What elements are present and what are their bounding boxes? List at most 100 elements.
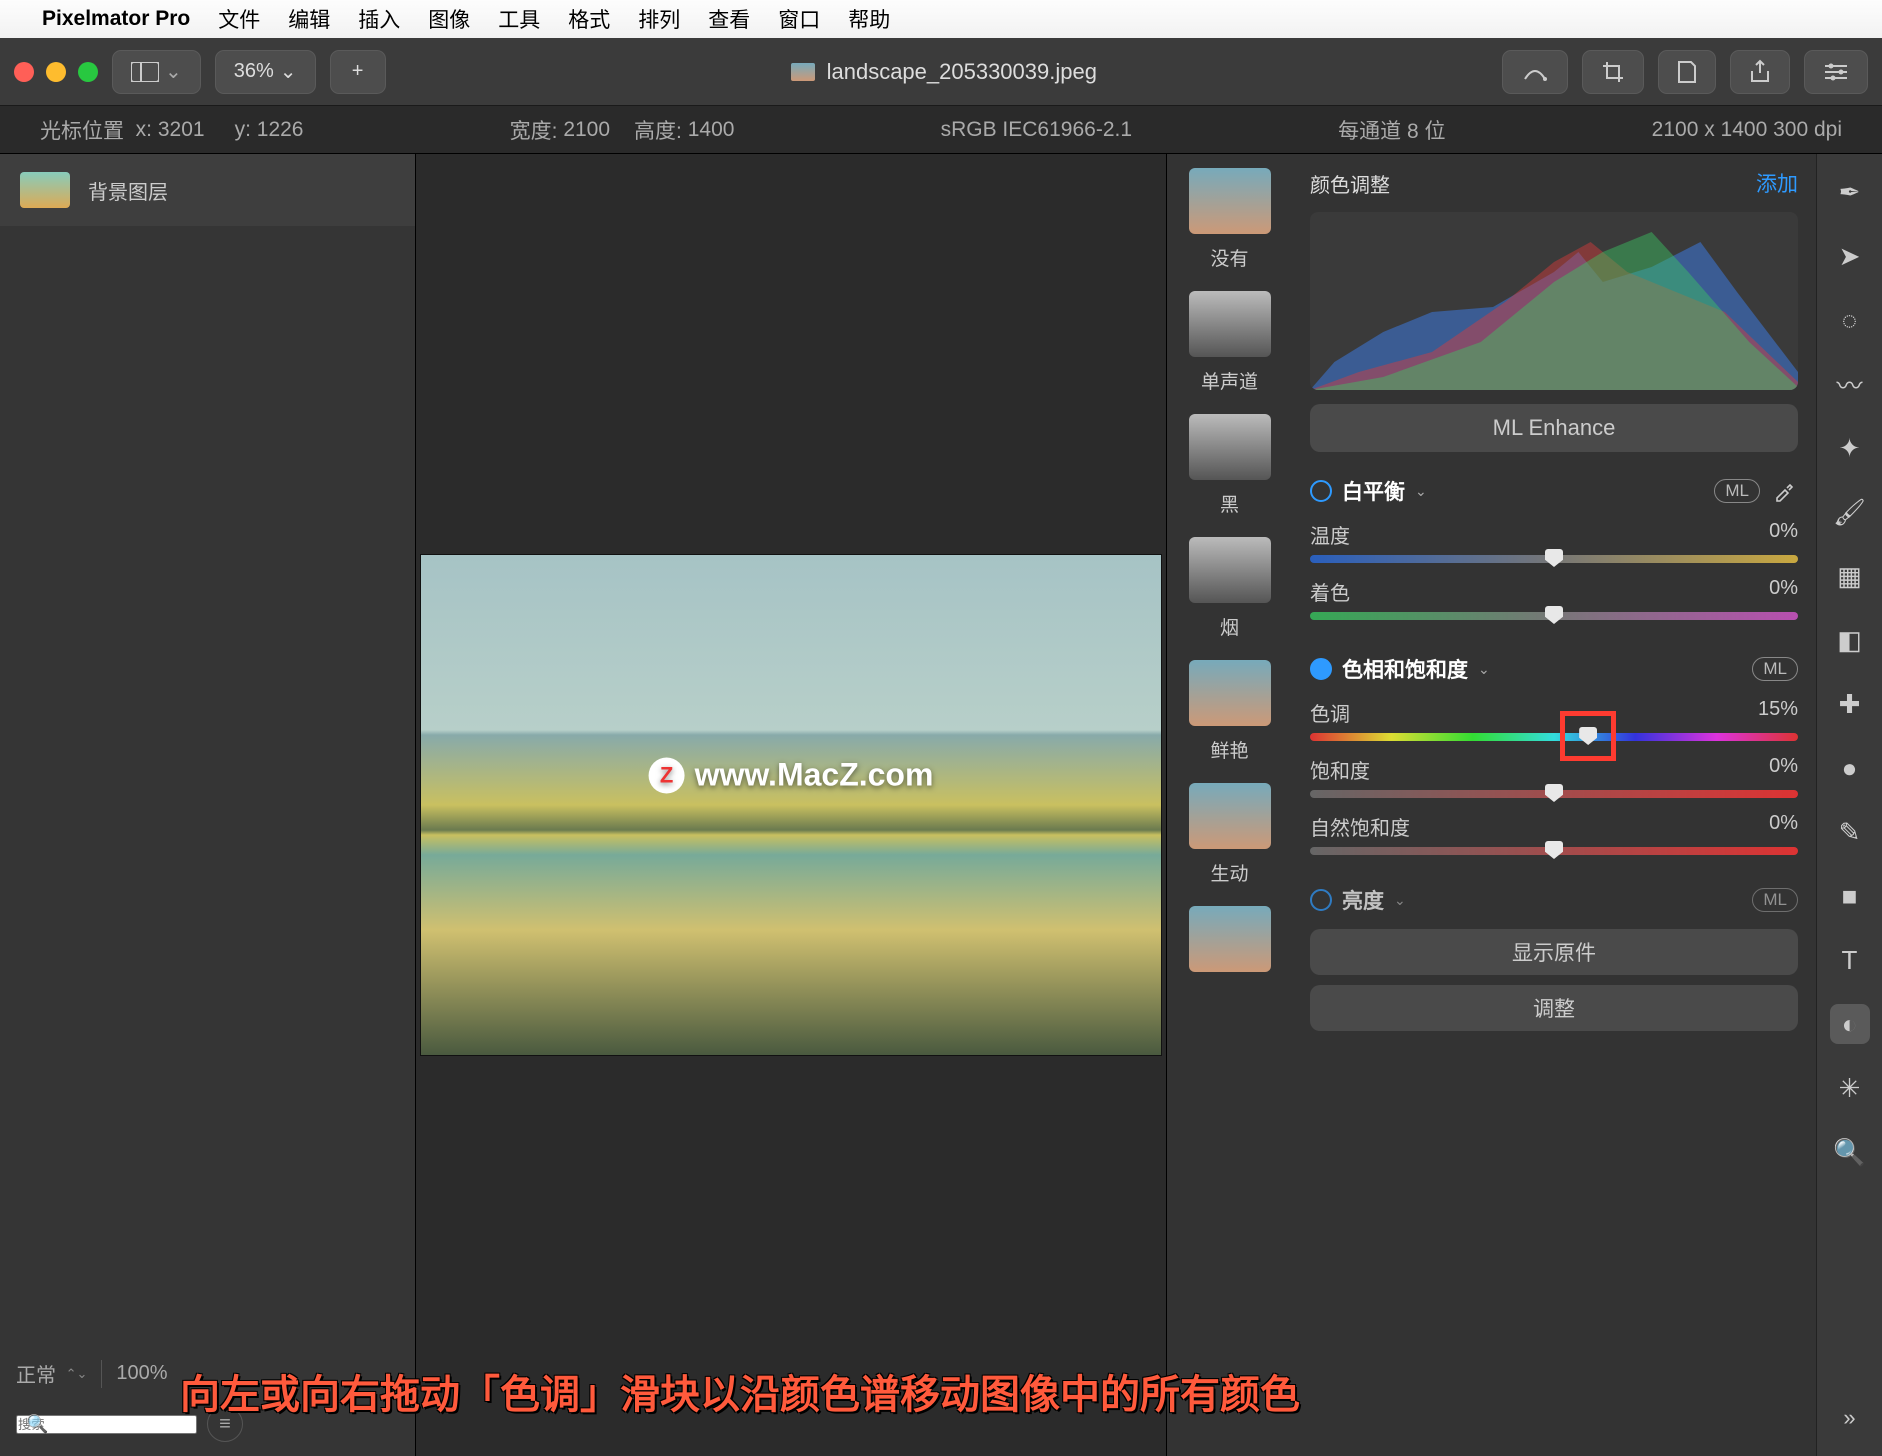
menu-help[interactable]: 帮助 <box>848 4 890 34</box>
saturation-slider[interactable] <box>1310 790 1798 798</box>
marquee-tool-icon[interactable]: ◌ <box>1830 300 1870 340</box>
add-adjustment-button[interactable]: 添加 <box>1756 168 1798 198</box>
slider-thumb[interactable] <box>1579 727 1597 745</box>
heal-tool-icon[interactable]: ✚ <box>1830 684 1870 724</box>
pen-tool-icon[interactable]: ✎ <box>1830 812 1870 852</box>
color-pick-tool-button[interactable] <box>1502 50 1568 94</box>
slider-thumb[interactable] <box>1545 606 1563 624</box>
menu-format[interactable]: 格式 <box>568 4 610 34</box>
layer-item-background[interactable]: 背景图层 <box>0 154 415 226</box>
brightness-toggle-icon[interactable] <box>1310 889 1332 911</box>
preset-none[interactable] <box>1189 168 1271 234</box>
preset-smoke[interactable] <box>1189 537 1271 603</box>
canvas[interactable]: Z www.MacZ.com <box>416 154 1166 1456</box>
show-original-label: 显示原件 <box>1512 937 1596 967</box>
tint-slider[interactable] <box>1310 612 1798 620</box>
preset-black-label: 黑 <box>1220 490 1239 517</box>
cursor-y: 1226 <box>257 118 304 142</box>
status-bar: 光标位置 x: 3201 y: 1226 宽度: 2100 高度: 1400 s… <box>0 106 1882 154</box>
sidebar-toggle-button[interactable]: ⌄ <box>112 50 201 94</box>
wb-ml-button[interactable]: ML <box>1714 479 1760 503</box>
slider-thumb[interactable] <box>1545 784 1563 802</box>
watermark: Z www.MacZ.com <box>649 757 934 794</box>
hs-ml-button[interactable]: ML <box>1752 657 1798 681</box>
hs-name: 色相和饱和度 <box>1342 654 1468 684</box>
add-button[interactable]: + <box>330 50 386 94</box>
height-label: 高度: <box>634 115 682 145</box>
preset-vibrant[interactable] <box>1189 783 1271 849</box>
wb-name: 白平衡 <box>1342 476 1405 506</box>
histogram <box>1310 212 1798 390</box>
menu-tools[interactable]: 工具 <box>498 4 540 34</box>
slider-thumb[interactable] <box>1545 841 1563 859</box>
menu-file[interactable]: 文件 <box>218 4 260 34</box>
hs-toggle-icon[interactable] <box>1310 658 1332 680</box>
dimensions-dpi: 2100 x 1400 300 dpi <box>1652 118 1842 142</box>
menu-insert[interactable]: 插入 <box>358 4 400 34</box>
text-tool-icon[interactable]: T <box>1830 940 1870 980</box>
inspector-panel: 没有 单声道 黑 烟 鲜艳 生动 颜色调整 添加 <box>1166 154 1816 1456</box>
slider-thumb[interactable] <box>1545 549 1563 567</box>
zoom-tool-icon[interactable]: 🔍 <box>1830 1132 1870 1172</box>
arrow-tool-icon[interactable]: ➤ <box>1830 236 1870 276</box>
menu-arrange[interactable]: 排列 <box>638 4 680 34</box>
toolbar: ⌄ 36%⌄ + landscape_205330039.jpeg <box>0 38 1882 106</box>
brush-tool-icon[interactable]: 🖌 <box>1830 492 1870 532</box>
hue-saturation-section[interactable]: 色相和饱和度 ⌄ ML <box>1310 654 1798 684</box>
settings-sliders-button[interactable] <box>1804 50 1868 94</box>
color-adjust-tool-icon[interactable]: ◐ <box>1830 1004 1870 1044</box>
crop-tool-button[interactable] <box>1582 50 1644 94</box>
blend-mode-select[interactable]: 正常 ⌃⌄ <box>16 1359 87 1388</box>
lasso-tool-icon[interactable]: 〰 <box>1830 364 1870 404</box>
colorspace: sRGB IEC61966-2.1 <box>941 118 1132 142</box>
vibrance-slider[interactable] <box>1310 847 1798 855</box>
brightness-ml-button[interactable]: ML <box>1752 888 1798 912</box>
fullscreen-window-button[interactable] <box>78 62 98 82</box>
effects-tool-icon[interactable]: ✳ <box>1830 1068 1870 1108</box>
ml-enhance-label: ML Enhance <box>1493 415 1616 441</box>
preset-vivid[interactable] <box>1189 660 1271 726</box>
document-title-text: landscape_205330039.jpeg <box>827 59 1097 85</box>
app-name[interactable]: Pixelmator Pro <box>42 7 190 31</box>
eraser-tool-icon[interactable]: ◧ <box>1830 620 1870 660</box>
menu-view[interactable]: 查看 <box>708 4 750 34</box>
share-button[interactable] <box>1730 50 1790 94</box>
hue-slider[interactable] <box>1310 733 1798 741</box>
temperature-value: 0% <box>1769 520 1798 549</box>
preset-none-label: 没有 <box>1210 244 1248 271</box>
eyedropper-icon[interactable] <box>1770 477 1798 505</box>
preset-vivid-label: 鲜艳 <box>1210 736 1248 763</box>
rect-tool-icon[interactable]: ■ <box>1830 876 1870 916</box>
wb-toggle-icon[interactable] <box>1310 480 1332 502</box>
bit-depth: 每通道 8 位 <box>1338 115 1445 145</box>
magic-tool-icon[interactable]: ✦ <box>1830 428 1870 468</box>
hue-label: 色调 <box>1310 698 1350 727</box>
watermark-text: www.MacZ.com <box>695 757 934 794</box>
fill-tool-icon[interactable]: ▦ <box>1830 556 1870 596</box>
minimize-window-button[interactable] <box>46 62 66 82</box>
opacity-value[interactable]: 100% <box>116 1362 167 1385</box>
preset-mono[interactable] <box>1189 291 1271 357</box>
preset-mono-label: 单声道 <box>1201 367 1258 394</box>
shape-tool-icon[interactable]: ● <box>1830 748 1870 788</box>
temperature-slider[interactable] <box>1310 555 1798 563</box>
preset-smoke-label: 烟 <box>1220 613 1239 640</box>
layer-name: 背景图层 <box>88 176 168 205</box>
zoom-select[interactable]: 36%⌄ <box>215 50 316 94</box>
menu-window[interactable]: 窗口 <box>778 4 820 34</box>
layer-thumb-icon <box>20 172 70 208</box>
ml-enhance-button[interactable]: ML Enhance <box>1310 404 1798 452</box>
white-balance-section[interactable]: 白平衡 ⌄ ML <box>1310 476 1798 506</box>
preset-extra[interactable] <box>1189 906 1271 972</box>
menu-edit[interactable]: 编辑 <box>288 4 330 34</box>
apply-adjust-button[interactable]: 调整 <box>1310 985 1798 1031</box>
style-tool-icon[interactable]: ✒ <box>1830 172 1870 212</box>
expand-tools-icon[interactable]: » <box>1830 1398 1870 1438</box>
preset-black[interactable] <box>1189 414 1271 480</box>
close-window-button[interactable] <box>14 62 34 82</box>
menu-image[interactable]: 图像 <box>428 4 470 34</box>
page-button[interactable] <box>1658 50 1716 94</box>
show-original-button[interactable]: 显示原件 <box>1310 929 1798 975</box>
document-title: landscape_205330039.jpeg <box>400 59 1488 85</box>
brightness-section[interactable]: 亮度 ⌄ ML <box>1310 885 1798 915</box>
